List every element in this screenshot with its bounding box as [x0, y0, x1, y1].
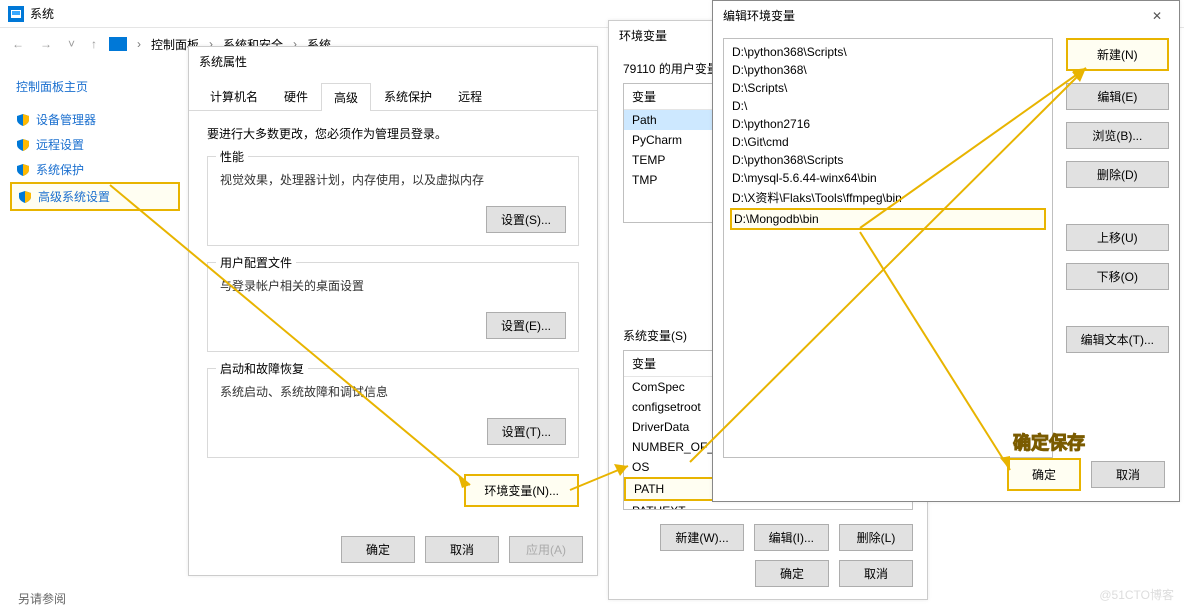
ok-button[interactable]: 确定 [1007, 458, 1081, 491]
tab-advanced[interactable]: 高级 [321, 83, 371, 111]
perf-settings-button[interactable]: 设置(S)... [486, 206, 566, 233]
sidebar-item-device-manager[interactable]: 设备管理器 [10, 107, 180, 132]
back-arrow-icon[interactable]: ← [8, 33, 28, 55]
group-title: 性能 [216, 148, 248, 165]
path-row[interactable]: D:\python368\Scripts [730, 151, 1046, 169]
recent-chevron-icon[interactable]: ˅ [64, 33, 79, 55]
close-icon[interactable]: ✕ [1145, 9, 1169, 23]
profile-settings-button[interactable]: 设置(E)... [486, 312, 566, 339]
path-row[interactable]: D:\mysql-5.6.44-winx64\bin [730, 169, 1046, 187]
window-title: 系统 [30, 5, 54, 22]
sidebar-item-label: 远程设置 [36, 136, 84, 153]
up-button[interactable]: 上移(U) [1066, 224, 1169, 251]
sidebar-item-remote[interactable]: 远程设置 [10, 132, 180, 157]
sidebar-item-label: 高级系统设置 [38, 188, 110, 205]
cancel-button[interactable]: 取消 [1091, 461, 1165, 488]
path-row[interactable]: D:\python368\Scripts\ [730, 43, 1046, 61]
see-also-label: 另请参阅 [18, 590, 66, 607]
ok-button[interactable]: 确定 [341, 536, 415, 563]
apply-button[interactable]: 应用(A) [509, 536, 583, 563]
ok-button[interactable]: 确定 [755, 560, 829, 587]
edit-env-var-dialog: 编辑环境变量 ✕ D:\python368\Scripts\ D:\python… [712, 0, 1180, 502]
env-var-button[interactable]: 环境变量(N)... [464, 474, 579, 507]
sidebar-item-protect[interactable]: 系统保护 [10, 157, 180, 182]
group-desc: 视觉效果，处理器计划，内存使用，以及虚拟内存 [220, 171, 566, 188]
shield-icon [16, 163, 30, 177]
startup-group: 启动和故障恢复 系统启动、系统故障和调试信息 设置(T)... [207, 368, 579, 458]
system-icon [109, 37, 127, 51]
tab-protect[interactable]: 系统保护 [371, 82, 445, 110]
admin-note: 要进行大多数更改，您必须作为管理员登录。 [207, 125, 579, 142]
path-row[interactable]: D:\Scripts\ [730, 79, 1046, 97]
sidebar-item-label: 设备管理器 [36, 111, 96, 128]
sidebar-title[interactable]: 控制面板主页 [10, 78, 180, 95]
edit-text-button[interactable]: 编辑文本(T)... [1066, 326, 1169, 353]
save-annotation: 确定保存 [1013, 429, 1085, 455]
path-values-list[interactable]: D:\python368\Scripts\ D:\python368\ D:\S… [723, 38, 1053, 458]
profile-group: 用户配置文件 与登录帐户相关的桌面设置 设置(E)... [207, 262, 579, 352]
tabstrip: 计算机名 硬件 高级 系统保护 远程 [189, 76, 597, 111]
sidebar-item-advanced[interactable]: 高级系统设置 [10, 182, 180, 211]
shield-icon [16, 138, 30, 152]
delete-button[interactable]: 删除(L) [839, 524, 913, 551]
sidebar-item-label: 系统保护 [36, 161, 84, 178]
path-row[interactable]: D:\Git\cmd [730, 133, 1046, 151]
tab-remote[interactable]: 远程 [445, 82, 495, 110]
dialog-title: 系统属性 [189, 47, 597, 76]
edit-button[interactable]: 编辑(E) [1066, 83, 1169, 110]
list-row[interactable]: PATHEXT [624, 501, 912, 510]
watermark: @51CTO博客 [1099, 586, 1174, 603]
performance-group: 性能 视觉效果，处理器计划，内存使用，以及虚拟内存 设置(S)... [207, 156, 579, 246]
tab-computer-name[interactable]: 计算机名 [197, 82, 271, 110]
edit-button[interactable]: 编辑(I)... [754, 524, 829, 551]
group-desc: 系统启动、系统故障和调试信息 [220, 383, 566, 400]
shield-icon [18, 190, 32, 204]
cancel-button[interactable]: 取消 [839, 560, 913, 587]
new-button[interactable]: 新建(N) [1066, 38, 1169, 71]
sidebar: 控制面板主页 设备管理器 远程设置 系统保护 高级系统设置 [0, 68, 180, 211]
cancel-button[interactable]: 取消 [425, 536, 499, 563]
delete-button[interactable]: 删除(D) [1066, 161, 1169, 188]
group-title: 启动和故障恢复 [216, 360, 308, 377]
up-arrow-icon[interactable]: ↑ [87, 33, 101, 55]
browse-button[interactable]: 浏览(B)... [1066, 122, 1169, 149]
path-row[interactable]: D:\X资料\Flaks\Tools\ffmpeg\bin [730, 187, 1046, 208]
startup-settings-button[interactable]: 设置(T)... [487, 418, 566, 445]
tab-hardware[interactable]: 硬件 [271, 82, 321, 110]
dialog-title: 编辑环境变量 [723, 7, 795, 24]
chevron-right-icon: › [135, 37, 143, 51]
path-row[interactable]: D:\python368\ [730, 61, 1046, 79]
forward-arrow-icon[interactable]: → [36, 33, 56, 55]
down-button[interactable]: 下移(O) [1066, 263, 1169, 290]
group-desc: 与登录帐户相关的桌面设置 [220, 277, 566, 294]
group-title: 用户配置文件 [216, 254, 296, 271]
path-row-mongodb[interactable]: D:\Mongodb\bin [730, 208, 1046, 230]
path-row[interactable]: D:\python2716 [730, 115, 1046, 133]
shield-icon [16, 113, 30, 127]
system-icon [8, 6, 24, 22]
system-properties-dialog: 系统属性 计算机名 硬件 高级 系统保护 远程 要进行大多数更改，您必须作为管理… [188, 46, 598, 576]
new-button[interactable]: 新建(W)... [660, 524, 743, 551]
path-row[interactable]: D:\ [730, 97, 1046, 115]
